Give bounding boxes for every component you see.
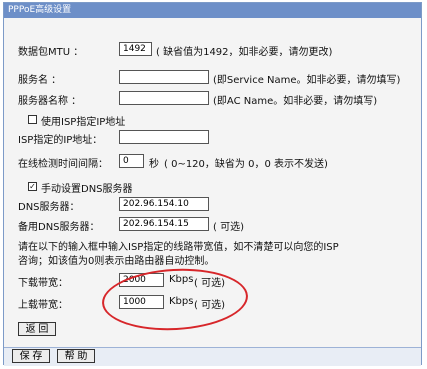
button-bar: 保 存 帮 助 <box>4 347 421 366</box>
upload-bandwidth-label: 上载带宽： <box>18 300 68 311</box>
detect-interval-hint: ( 0~120，缺省为 0，0 表示不发送) <box>164 159 328 170</box>
isp-ip-label: ISP指定的IP地址： <box>18 135 103 146</box>
server-name-input[interactable] <box>119 91 209 105</box>
download-bandwidth-label: 下载带宽： <box>18 278 68 289</box>
dns-secondary-label: 备用DNS服务器： <box>18 222 100 233</box>
bandwidth-note-line-2: 咨询；如该值为0则表示由路由器自动控制。 <box>18 256 215 267</box>
detect-interval-label: 在线检测时间间隔： <box>18 159 108 170</box>
service-name-label: 服务名 ： <box>18 75 62 86</box>
detect-interval-input[interactable] <box>119 154 144 168</box>
pppoe-advanced-panel: PPPoE高级设置 数据包MTU ： ( 缺省值为1492，如非必要，请勿更改)… <box>3 2 422 366</box>
use-isp-ip-label: 使用ISP指定IP地址 <box>41 117 126 128</box>
panel-title: PPPoE高级设置 <box>4 3 421 18</box>
detect-interval-unit: 秒 <box>149 159 159 170</box>
save-button[interactable]: 保 存 <box>12 349 50 363</box>
isp-ip-input[interactable] <box>119 130 209 144</box>
settings-form: 数据包MTU ： ( 缺省值为1492，如非必要，请勿更改) 服务名 ： (即S… <box>4 18 421 347</box>
dns-secondary-input[interactable] <box>119 217 209 231</box>
help-button[interactable]: 帮 助 <box>57 349 95 363</box>
dns-primary-input[interactable] <box>119 197 209 211</box>
manual-dns-label: 手动设置DNS服务器 <box>41 184 133 195</box>
dns-secondary-optional: ( 可选) <box>213 222 244 233</box>
mtu-input[interactable] <box>119 42 152 56</box>
mtu-hint: ( 缺省值为1492，如非必要，请勿更改) <box>156 47 333 58</box>
back-button[interactable]: 返 回 <box>18 322 56 336</box>
service-name-hint: (即Service Name。如非必要，请勿填写) <box>213 75 401 86</box>
use-isp-ip-checkbox[interactable] <box>28 115 37 124</box>
manual-dns-checkbox[interactable]: ✓ <box>28 182 37 191</box>
service-name-input[interactable] <box>119 70 209 84</box>
dns-primary-label: DNS服务器： <box>18 202 80 213</box>
server-name-label: 服务器名称 ： <box>18 96 82 107</box>
server-name-hint: (即AC Name。如非必要，请勿填写) <box>213 96 378 107</box>
mtu-label: 数据包MTU ： <box>18 47 84 58</box>
bandwidth-note-line-1: 请在以下的输入框中输入ISP指定的线路带宽值，如不清楚可以向您的ISP <box>18 242 339 253</box>
